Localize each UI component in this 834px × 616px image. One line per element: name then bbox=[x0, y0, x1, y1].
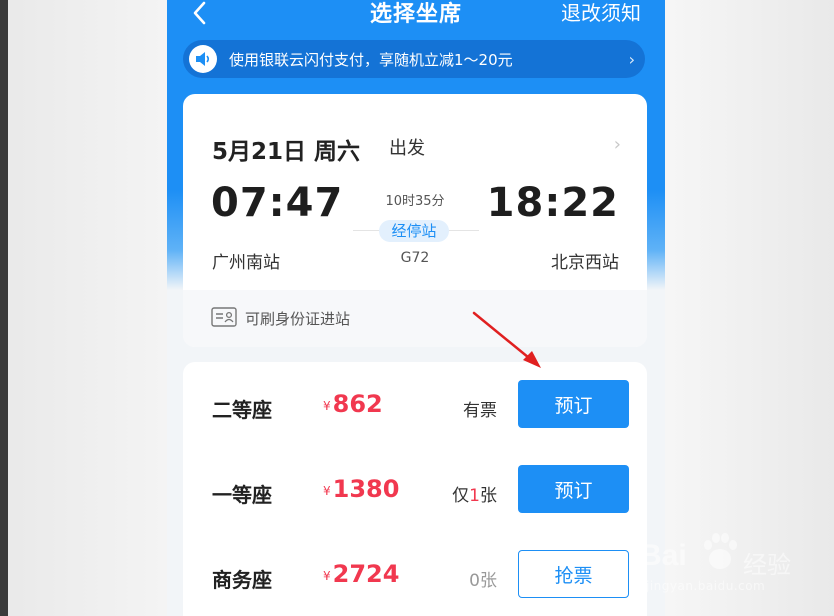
seat-availability: 有票 bbox=[463, 401, 497, 421]
seat-name: 商务座 bbox=[212, 568, 272, 592]
watermark-jingyan: 经验 bbox=[743, 551, 791, 579]
phone-screen: 选择坐席 退改须知 使用银联云闪付支付，享随机立减1～20元 › 5月21日 周… bbox=[167, 0, 665, 616]
seat-price: ¥862 bbox=[323, 390, 383, 418]
seat-row-first-class: 一等座 ¥1380 仅1张 预订 bbox=[183, 465, 647, 515]
book-second-class-button[interactable]: 预订 bbox=[518, 380, 629, 428]
seat-list: 二等座 ¥862 有票 预订 一等座 ¥1380 仅1张 预订 商务座 ¥272… bbox=[183, 362, 647, 616]
seat-price: ¥1380 bbox=[323, 475, 400, 503]
watermark-url: jingyan.baidu.com bbox=[646, 579, 766, 593]
seat-name: 二等座 bbox=[212, 398, 272, 422]
id-card-note: 可刷身份证进站 bbox=[245, 310, 351, 328]
seat-availability: 0张 bbox=[469, 571, 497, 591]
book-first-class-button[interactable]: 预订 bbox=[518, 465, 629, 513]
paw-logo-icon bbox=[704, 533, 737, 569]
window-edge bbox=[0, 0, 8, 616]
departure-station: 广州南站 bbox=[212, 253, 280, 273]
id-card-note-row: 可刷身份证进站 bbox=[183, 290, 647, 347]
chevron-right-icon[interactable]: › bbox=[614, 134, 621, 155]
arrival-station: 北京西站 bbox=[551, 253, 619, 273]
stops-button[interactable]: 经停站 bbox=[379, 220, 449, 242]
seat-row-business-class: 商务座 ¥2724 0张 抢票 bbox=[183, 550, 647, 600]
grab-ticket-button[interactable]: 抢票 bbox=[518, 550, 629, 598]
seat-row-second-class: 二等座 ¥862 有票 预订 bbox=[183, 380, 647, 430]
watermark-brand: Bai bbox=[640, 539, 687, 572]
trip-duration: 10时35分 bbox=[385, 194, 445, 209]
seat-price: ¥2724 bbox=[323, 560, 400, 588]
seat-name: 一等座 bbox=[212, 483, 272, 507]
trip-date: 5月21日 周六 bbox=[212, 139, 361, 165]
promo-banner[interactable]: 使用银联云闪付支付，享随机立减1～20元 › bbox=[183, 40, 645, 78]
speaker-icon bbox=[189, 45, 217, 73]
promo-text: 使用银联云闪付支付，享随机立减1～20元 bbox=[229, 50, 513, 69]
top-bar: 选择坐席 退改须知 bbox=[167, 0, 665, 36]
chevron-right-icon: › bbox=[628, 49, 635, 69]
refund-rules-link[interactable]: 退改须知 bbox=[561, 0, 641, 26]
trip-info-card: 5月21日 周六 出发 › 07:47 18:22 10时35分 经停站 G72… bbox=[183, 94, 647, 347]
seat-availability: 仅1张 bbox=[452, 486, 497, 506]
baidu-jingyan-watermark: Bai 经验 jingyan.baidu.com bbox=[640, 525, 810, 605]
depart-label: 出发 bbox=[389, 138, 425, 159]
id-card-icon bbox=[211, 307, 237, 327]
